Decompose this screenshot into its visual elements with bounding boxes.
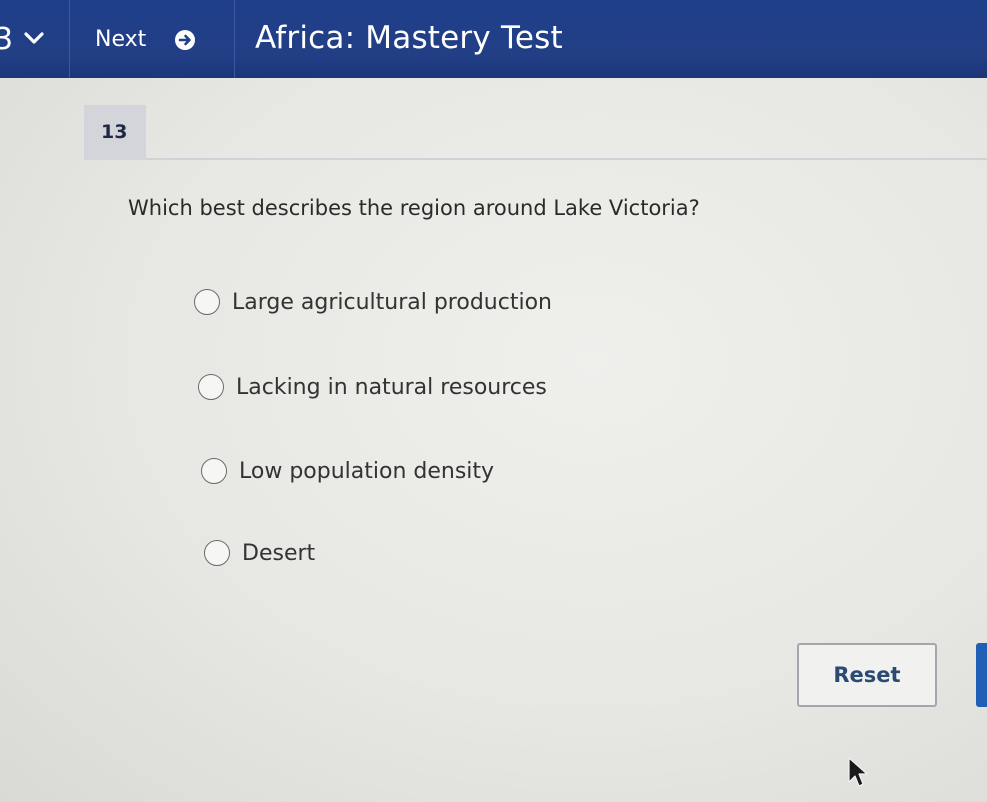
question-number-badge: 13 xyxy=(84,105,146,160)
arrow-right-circle-icon xyxy=(175,30,195,50)
answer-option-label: Large agricultural production xyxy=(232,289,552,315)
radio-button[interactable] xyxy=(201,458,227,484)
submit-button-partial[interactable] xyxy=(976,643,987,707)
page: 3 Next Africa: Mastery Test 13 Which bes… xyxy=(0,0,987,802)
cursor-icon xyxy=(848,757,868,787)
question-text: Which best describes the region around L… xyxy=(128,196,700,220)
radio-button[interactable] xyxy=(204,540,230,566)
next-button[interactable]: Next xyxy=(70,0,235,78)
question-header: 13 xyxy=(84,105,987,160)
answer-option-label: Desert xyxy=(242,540,316,566)
answer-option[interactable]: Desert xyxy=(204,540,315,566)
reset-button[interactable]: Reset xyxy=(797,643,937,707)
radio-button[interactable] xyxy=(198,374,224,400)
answer-option[interactable]: Low population density xyxy=(201,458,494,484)
radio-button[interactable] xyxy=(194,289,220,315)
top-toolbar: 3 Next Africa: Mastery Test xyxy=(0,0,987,78)
answer-option-label: Lacking in natural resources xyxy=(236,374,547,400)
chevron-down-icon xyxy=(24,32,44,44)
next-button-label: Next xyxy=(95,27,147,52)
answer-option[interactable]: Large agricultural production xyxy=(194,289,552,315)
question-menu-number: 3 xyxy=(0,22,14,57)
answer-option-label: Low population density xyxy=(239,458,495,484)
question-menu-dropdown[interactable]: 3 xyxy=(0,0,70,78)
answer-option[interactable]: Lacking in natural resources xyxy=(198,374,547,400)
test-title: Africa: Mastery Test xyxy=(255,20,563,56)
